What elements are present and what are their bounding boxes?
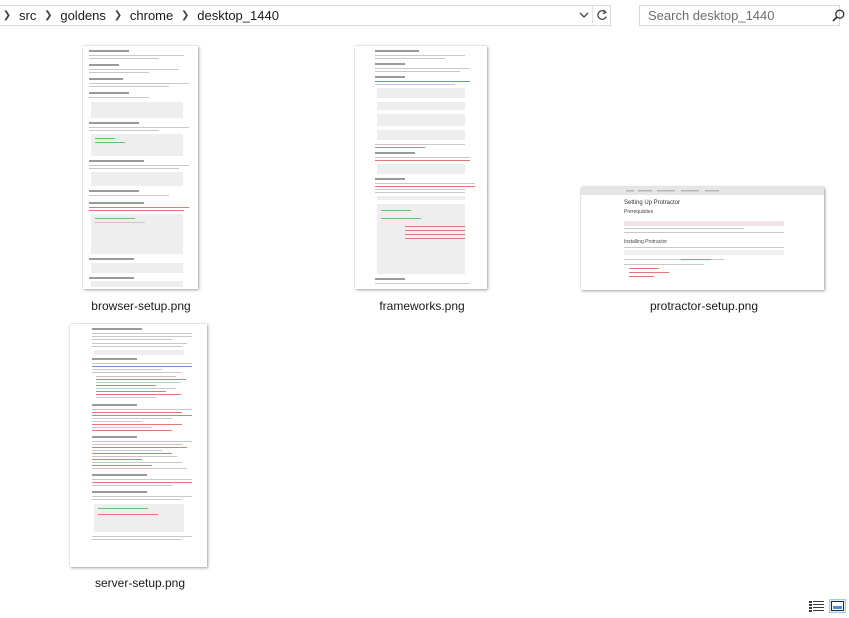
chevron-down-icon (579, 12, 589, 18)
search-box[interactable] (639, 5, 845, 26)
breadcrumb-separator-icon[interactable]: ❯ (0, 10, 14, 21)
breadcrumb-item-desktop-1440[interactable]: desktop_1440 (192, 8, 284, 23)
details-view-button[interactable] (808, 599, 825, 613)
thumbnail-image (375, 50, 475, 284)
file-thumbnail[interactable] (83, 46, 198, 289)
preview-title: Setting Up Protractor (624, 200, 680, 206)
refresh-icon (596, 9, 607, 20)
file-thumbnail[interactable]: Setting Up Protractor Prerequisites Inst… (581, 187, 824, 290)
file-thumbnail[interactable] (70, 324, 207, 567)
refresh-button[interactable] (592, 6, 610, 25)
preview-heading-install: Installing Protractor (624, 239, 667, 245)
search-icon (832, 9, 845, 22)
file-name[interactable]: frameworks.png (379, 299, 464, 313)
address-toolbar: ❯ src ❯ goldens ❯ chrome ❯ desktop_1440 (0, 0, 849, 32)
breadcrumb-separator-icon[interactable]: ❯ (178, 10, 192, 21)
breadcrumb-item-src[interactable]: src (14, 8, 41, 23)
thumbnail-image (92, 328, 192, 540)
file-name[interactable]: protractor-setup.png (650, 299, 758, 313)
search-input[interactable] (640, 6, 832, 25)
thumbnail-image: Setting Up Protractor Prerequisites Inst… (581, 187, 824, 277)
breadcrumb-separator-icon[interactable]: ❯ (41, 10, 55, 21)
file-thumbnail[interactable] (355, 46, 487, 289)
breadcrumb-separator-icon[interactable]: ❯ (111, 10, 125, 21)
file-name[interactable]: browser-setup.png (91, 299, 190, 313)
preview-heading-prereq: Prerequisites (624, 209, 654, 215)
address-history-dropdown[interactable] (576, 6, 592, 25)
thumbnail-image (89, 50, 189, 287)
breadcrumb: ❯ src ❯ goldens ❯ chrome ❯ desktop_1440 (0, 6, 576, 25)
search-button[interactable] (832, 6, 845, 25)
large-icons-view-icon (831, 601, 844, 611)
breadcrumb-item-goldens[interactable]: goldens (55, 8, 111, 23)
breadcrumb-item-chrome[interactable]: chrome (125, 8, 178, 23)
file-name[interactable]: server-setup.png (95, 576, 185, 590)
details-view-icon (809, 600, 824, 612)
large-icons-view-button[interactable] (829, 599, 846, 613)
address-bar[interactable]: ❯ src ❯ goldens ❯ chrome ❯ desktop_1440 (0, 5, 611, 26)
